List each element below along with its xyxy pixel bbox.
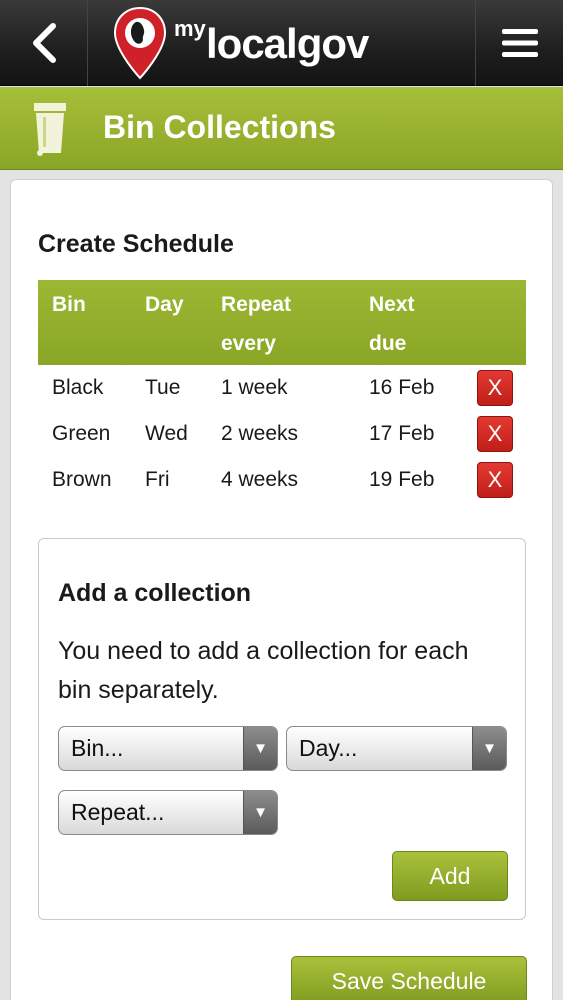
back-button[interactable]: [0, 0, 88, 86]
repeat-select-value: Repeat...: [71, 799, 165, 825]
day-select[interactable]: Day... ▼: [286, 726, 507, 771]
add-collection-hint: You need to add a collection for each bi…: [58, 637, 469, 704]
menu-button[interactable]: [475, 0, 563, 86]
cell-next-due: 19 Feb: [369, 468, 435, 491]
bin-icon: [34, 103, 66, 156]
table-row: Black Tue 1 week 16 Feb X: [38, 365, 526, 411]
delete-row-button[interactable]: X: [477, 462, 513, 498]
column-header-repeat-line1: Repeat: [221, 293, 292, 316]
cell-next-due: 16 Feb: [369, 376, 435, 399]
cell-repeat: 1 week: [221, 376, 288, 399]
column-header-next-line2: due: [369, 332, 407, 355]
schedule-table: Bin Day Repeat every Next due Black Tue …: [38, 280, 526, 503]
add-button[interactable]: Add: [392, 851, 508, 901]
cell-bin: Brown: [52, 468, 112, 491]
column-header-day: Day: [145, 293, 184, 316]
delete-row-button[interactable]: X: [477, 370, 513, 406]
cell-day: Tue: [145, 376, 181, 399]
delete-row-button[interactable]: X: [477, 416, 513, 452]
brand-name: localgov: [206, 20, 369, 67]
cell-bin: Green: [52, 422, 111, 445]
add-collection-title: Add a collection: [58, 579, 252, 607]
page-title: Bin Collections: [103, 109, 336, 145]
save-schedule-button[interactable]: Save Schedule: [291, 956, 527, 1000]
cell-repeat: 2 weeks: [221, 422, 299, 445]
bin-select[interactable]: Bin... ▼: [58, 726, 278, 771]
cell-day: Fri: [145, 468, 170, 491]
day-select-value: Day...: [299, 735, 358, 761]
chevron-left-icon: [32, 23, 56, 63]
table-row: Brown Fri 4 weeks 19 Feb X: [38, 457, 526, 503]
page-header: Bin Collections: [0, 87, 563, 170]
bin-select-value: Bin...: [71, 735, 124, 761]
brand-wordmark: my localgov: [174, 6, 414, 80]
table-header: Bin Day Repeat every Next due: [38, 280, 526, 365]
content-card: Create Schedule Bin Day Repeat every Nex…: [10, 179, 553, 1000]
top-navigation-bar: my localgov: [0, 0, 563, 86]
column-header-repeat-line2: every: [221, 332, 276, 355]
cell-day: Wed: [145, 422, 188, 445]
schedule-title: Create Schedule: [38, 230, 234, 258]
dropdown-arrow-icon: ▼: [243, 791, 277, 834]
column-header-next-line1: Next: [369, 293, 415, 316]
dropdown-arrow-icon: ▼: [243, 727, 277, 770]
cell-repeat: 4 weeks: [221, 468, 299, 491]
brand-prefix: my: [174, 16, 206, 41]
column-header-repeat: Repeat every: [221, 285, 291, 363]
column-header-bin: Bin: [52, 293, 86, 316]
column-header-next-due: Next due: [369, 285, 415, 363]
cell-bin: Black: [52, 376, 104, 399]
add-collection-panel: Add a collection You need to add a colle…: [38, 538, 526, 920]
dropdown-arrow-icon: ▼: [472, 727, 506, 770]
hamburger-icon: [501, 29, 538, 57]
app-logo: my localgov: [112, 6, 414, 80]
table-row: Green Wed 2 weeks 17 Feb X: [38, 411, 526, 457]
location-pin-icon: [113, 6, 167, 80]
repeat-select[interactable]: Repeat... ▼: [58, 790, 278, 835]
cell-next-due: 17 Feb: [369, 422, 435, 445]
